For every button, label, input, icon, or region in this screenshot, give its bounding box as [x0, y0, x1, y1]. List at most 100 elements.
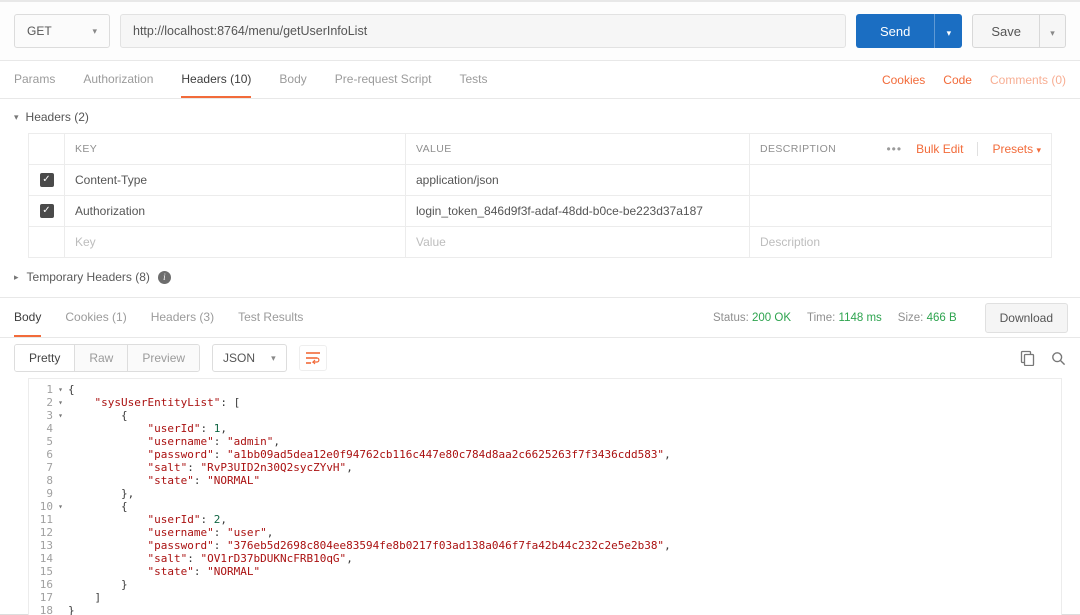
request-url-bar: GET ▾ Send ▾ Save ▾ [0, 2, 1080, 61]
cookies-link[interactable]: Cookies [882, 73, 925, 87]
copy-icon[interactable] [1020, 350, 1035, 366]
fold-caret-icon[interactable]: ▾ [53, 409, 68, 422]
code-text: "password": "376eb5d2698c804ee83594fe8b0… [147, 539, 671, 552]
view-tab[interactable]: Raw [75, 345, 129, 371]
save-button[interactable]: Save [972, 14, 1040, 48]
header-value-cell[interactable]: login_token_846d9f3f-adaf-48dd-b0ce-be22… [405, 195, 750, 227]
method-label: GET [27, 24, 52, 38]
code-link[interactable]: Code [943, 73, 972, 87]
meta-value: 466 B [926, 311, 957, 324]
response-meta: Status: 200 OK Time: 1148 ms Size: 466 B [713, 298, 957, 337]
code-text: "sysUserEntityList": [ [94, 396, 241, 409]
request-tab[interactable]: Pre-request Script [335, 61, 432, 98]
response-tab[interactable]: Cookies (1) [65, 298, 126, 337]
view-tab[interactable]: Preview [128, 345, 200, 371]
request-tab[interactable]: Authorization [83, 61, 153, 98]
line-number: 12 [39, 526, 53, 539]
code-line: 12 "username": "user", [29, 526, 1061, 539]
save-options-button[interactable]: ▾ [1040, 14, 1066, 48]
response-meta-item: Time: 1148 ms [807, 312, 882, 324]
code-line: 18} [29, 604, 1061, 615]
request-tabs: Params Authorization Headers (10) Body Pre-r… [0, 61, 1080, 99]
send-button[interactable]: Send [855, 14, 935, 48]
code-line: 10 ▾ { [29, 500, 1061, 513]
line-number: 17 [39, 591, 53, 604]
download-button[interactable]: Download [984, 302, 1068, 333]
presets-dropdown[interactable]: Presets ▾ [992, 142, 1041, 156]
response-body-editor[interactable]: 1 ▾{2 ▾ "sysUserEntityList": [3 ▾ {4 "userI… [28, 378, 1062, 615]
send-options-button[interactable]: ▾ [934, 14, 963, 48]
value-column-header: VALUE [405, 133, 750, 165]
collapse-caret-icon[interactable]: ▾ [14, 112, 19, 123]
code-line: 2 ▾ "sysUserEntityList": [ [29, 396, 1061, 409]
request-tab[interactable]: Body [279, 61, 306, 98]
response-meta-item: Size: 466 B [898, 312, 957, 324]
checkbox-cell: ✓ [28, 164, 65, 196]
response-tab[interactable]: Headers (3) [151, 298, 214, 337]
header-checkbox[interactable]: ✓ [39, 204, 54, 219]
header-key-input[interactable]: Key [64, 226, 406, 258]
response-tab[interactable]: Test Results [238, 298, 303, 337]
header-description-input[interactable]: Description [749, 226, 1052, 258]
response-tools [1020, 350, 1066, 366]
response-tab[interactable]: Body [14, 298, 42, 337]
header-row-new: Key Value Description [28, 226, 1052, 258]
chevron-down-icon: ▾ [946, 27, 952, 38]
editor-lines: 1 ▾{2 ▾ "sysUserEntityList": [3 ▾ {4 "userI… [29, 383, 1061, 615]
method-select[interactable]: GET ▾ [14, 14, 110, 48]
format-select[interactable]: JSON ▾ [212, 344, 287, 372]
code-text: "state": "NORMAL" [147, 474, 261, 487]
request-tab[interactable]: Headers (10) [181, 61, 252, 98]
description-column-header: DESCRIPTION ••• Bulk Edit Presets ▾ [749, 133, 1052, 165]
code-line: 5 "username": "admin", [29, 435, 1061, 448]
line-number: 13 [39, 539, 53, 552]
header-key-cell[interactable]: Content-Type [64, 164, 406, 196]
fold-caret-icon[interactable]: ▾ [53, 500, 68, 513]
header-key-cell[interactable]: Authorization [64, 195, 406, 227]
divider [977, 142, 979, 156]
line-number: 1 [46, 383, 53, 396]
code-text: { [68, 383, 75, 396]
header-value-input[interactable]: Value [405, 226, 750, 258]
expand-caret-icon[interactable]: ▸ [14, 272, 19, 283]
url-input[interactable] [120, 14, 846, 48]
code-line: 6 "password": "a1bb09ad5dea12e0f94762cb1… [29, 448, 1061, 461]
search-icon[interactable] [1051, 351, 1066, 366]
header-description-cell[interactable] [749, 164, 1052, 196]
code-line: 4 "userId": 1, [29, 422, 1061, 435]
request-tab[interactable]: Tests [459, 61, 487, 98]
header-description-cell[interactable] [749, 195, 1052, 227]
view-tab[interactable]: Pretty [15, 345, 76, 371]
code-text: "username": "admin", [147, 435, 280, 448]
headers-table-body: ✓ Content-Type application/json ✓ Authorizat… [28, 164, 1052, 258]
format-label: JSON [223, 351, 256, 365]
line-number: 14 [39, 552, 53, 565]
bulk-edit-link[interactable]: Bulk Edit [916, 142, 963, 156]
info-icon[interactable]: i [157, 270, 171, 284]
line-number: 8 [46, 474, 53, 487]
response-bar: Body Cookies (1) Headers (3) Test Results S… [0, 297, 1080, 338]
header-checkbox[interactable]: ✓ [39, 173, 54, 188]
code-text: "username": "user", [147, 526, 274, 539]
code-line: 14 "salt": "OV1rD37bDUKNcFRB10qG", [29, 552, 1061, 565]
header-value-cell[interactable]: application/json [405, 164, 750, 196]
fold-caret-icon[interactable]: ▾ [53, 383, 68, 396]
meta-label: Time: [807, 311, 839, 324]
more-options-icon[interactable]: ••• [886, 142, 902, 156]
wrap-text-icon[interactable] [298, 345, 327, 371]
code-line: 11 "userId": 2, [29, 513, 1061, 526]
fold-caret-icon[interactable]: ▾ [53, 396, 68, 409]
checkbox-cell-empty [28, 226, 65, 258]
request-tab[interactable]: Params [14, 61, 55, 98]
code-line: 1 ▾{ [29, 383, 1061, 396]
comments-link[interactable]: Comments (0) [990, 73, 1066, 87]
